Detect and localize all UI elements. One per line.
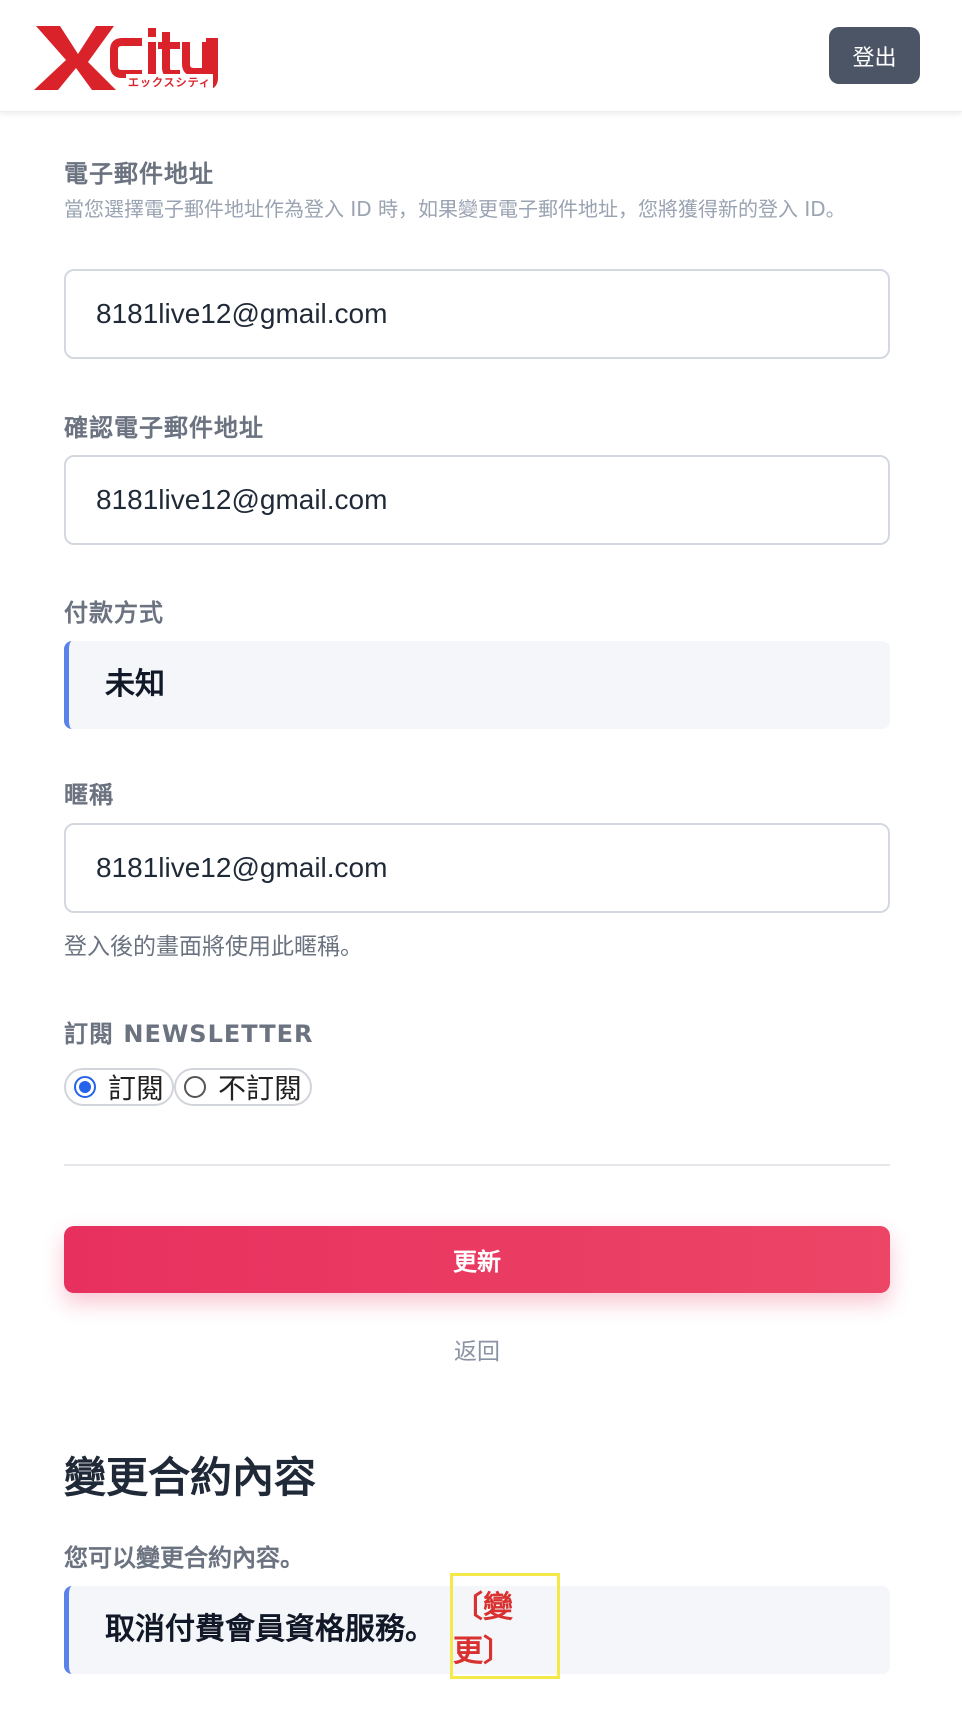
xcity-logo[interactable]: エックスシティ (34, 20, 224, 96)
email-field[interactable]: 8181live12@gmail.com (64, 269, 890, 359)
logo-subtext: エックスシティ (126, 74, 214, 90)
section-divider (64, 1164, 890, 1166)
radio-subscribe[interactable]: 訂閱 (64, 1068, 175, 1106)
confirm-email-label: 確認電子郵件地址 (64, 414, 264, 442)
payment-method-label: 付款方式 (64, 599, 164, 627)
payment-method-value: 未知 (105, 667, 165, 702)
contract-description: 您可以變更合約內容。 (64, 1544, 304, 1572)
email-label: 電子郵件地址 (64, 160, 214, 188)
top-header: エックスシティ 登出 (0, 0, 962, 112)
newsletter-label: 訂閱 NEWSLETTER (64, 1020, 314, 1048)
radio-checked-icon[interactable] (74, 1076, 96, 1098)
contract-item-text: 取消付費會員資格服務。 (105, 1612, 435, 1647)
newsletter-radio-group: 訂閱 不訂閱 (64, 1068, 313, 1106)
nickname-help-text: 登入後的畫面將使用此暱稱。 (64, 934, 363, 960)
contract-section-title: 變更合約內容 (64, 1453, 317, 1502)
radio-subscribe-label: 訂閱 (108, 1072, 165, 1105)
radio-unsubscribe[interactable]: 不訂閱 (174, 1068, 313, 1106)
nickname-label: 暱稱 (64, 781, 114, 809)
radio-unchecked-icon[interactable] (184, 1076, 207, 1098)
payment-method-box: 未知 (64, 641, 890, 729)
logout-button[interactable]: 登出 (829, 27, 920, 84)
back-link[interactable]: 返回 (0, 1332, 954, 1366)
nickname-field[interactable]: 8181live12@gmail.com (64, 823, 890, 913)
update-button[interactable]: 更新 (64, 1226, 890, 1293)
confirm-email-field[interactable]: 8181live12@gmail.com (64, 455, 890, 545)
change-contract-link[interactable]: 〔變更〕 (450, 1573, 560, 1679)
radio-unsubscribe-label: 不訂閱 (218, 1072, 303, 1105)
email-help-text: 當您選擇電子郵件地址作為登入 ID 時，如果變更電子郵件地址，您將獲得新的登入 … (64, 197, 846, 221)
